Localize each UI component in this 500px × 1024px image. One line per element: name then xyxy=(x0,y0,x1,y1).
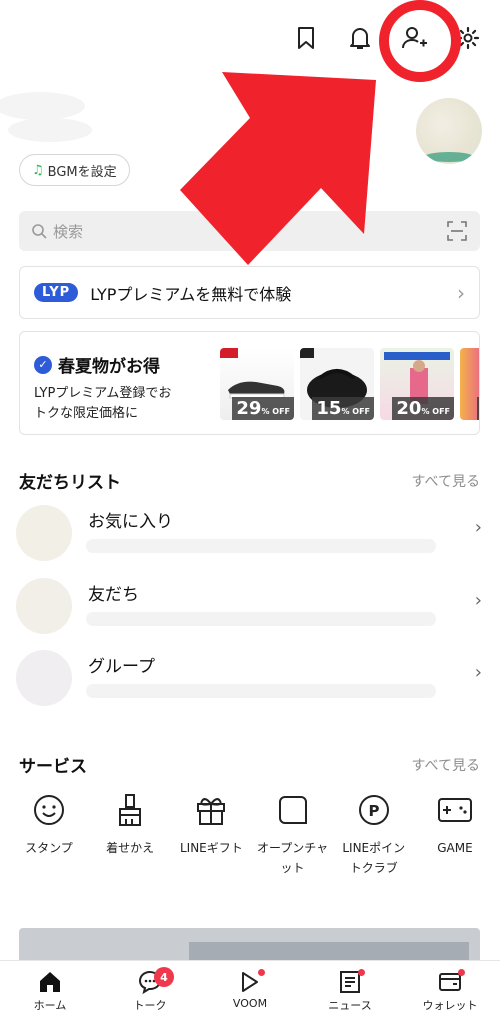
list-item-preview xyxy=(86,539,436,553)
chevron-right-icon: › xyxy=(474,517,482,538)
promo-card[interactable]: ✓ 春夏物がお得 LYPプレミアム登録でおトクな限定価格に 29% OFF 15… xyxy=(19,331,480,435)
gift-icon xyxy=(191,790,231,830)
avatar xyxy=(16,505,72,561)
nav-label: ホーム xyxy=(33,999,67,1012)
qr-scan-icon[interactable] xyxy=(446,220,468,242)
list-item-friends[interactable]: 友だち › xyxy=(16,578,486,642)
avatar xyxy=(16,650,72,706)
service-points[interactable]: P LINEポイントクラブ xyxy=(337,790,411,878)
bookmark-icon[interactable] xyxy=(292,22,320,54)
discount-label: 20% OFF xyxy=(392,397,454,420)
service-label: 着せかえ xyxy=(106,841,155,855)
friends-see-all-link[interactable]: すべて見る xyxy=(412,471,480,491)
list-item-favorites[interactable]: お気に入り › xyxy=(16,505,486,569)
profile-avatar[interactable] xyxy=(416,98,482,164)
service-stamp[interactable]: スタンプ xyxy=(12,790,86,878)
point-icon: P xyxy=(354,790,394,830)
discount-label: 29% OFF xyxy=(232,397,294,420)
nav-label: トーク xyxy=(133,999,167,1012)
search-placeholder: 検索 xyxy=(53,222,84,241)
service-label: LINEギフト xyxy=(179,841,243,855)
list-item-preview xyxy=(86,612,436,626)
search-icon xyxy=(32,224,47,239)
lyp-premium-row[interactable]: LYP LYPプレミアムを無料で体験 › xyxy=(19,266,480,319)
avatar xyxy=(16,578,72,634)
promo-item[interactable]: 29% OFF xyxy=(220,348,294,420)
services-title: サービス xyxy=(19,757,87,777)
bottom-navigation: ホーム 4 トーク VOOM ニュース ウォレット xyxy=(0,960,500,1024)
nav-label: ウォレット xyxy=(422,999,478,1012)
chat-bubble-icon xyxy=(273,790,313,830)
list-item-label: 友だち xyxy=(88,585,139,605)
nav-news[interactable]: ニュース xyxy=(310,969,390,1024)
svg-text:P: P xyxy=(368,802,379,820)
promo-icon: ✓ xyxy=(34,355,52,374)
unread-badge: 4 xyxy=(154,967,174,987)
friends-title: 友だちリスト xyxy=(19,473,121,493)
search-bar[interactable]: 検索 xyxy=(19,211,480,251)
promo-item[interactable]: 20% OFF xyxy=(380,348,454,420)
promo-title: ✓ 春夏物がお得 xyxy=(34,352,160,377)
chevron-right-icon: › xyxy=(474,590,482,611)
gear-icon[interactable] xyxy=(454,22,482,54)
promo-item[interactable]: 15% OFF xyxy=(300,348,374,420)
list-item-preview xyxy=(86,684,436,698)
service-label: GAME xyxy=(437,841,473,855)
nav-label: ニュース xyxy=(328,999,372,1012)
services-grid: スタンプ 着せかえ LINEギフト オープンチャット P LINEポイントクラブ… xyxy=(12,790,492,878)
list-item-groups[interactable]: グループ › xyxy=(16,650,486,714)
service-label: LINEポイントクラブ xyxy=(342,841,406,875)
music-note-icon: ♫ xyxy=(32,162,44,178)
services-see-all-link[interactable]: すべて見る xyxy=(412,755,480,775)
bgm-button[interactable]: ♫ BGMを設定 xyxy=(19,154,130,186)
promo-items: 29% OFF 15% OFF 20% OFF 10 xyxy=(220,348,479,420)
top-bar xyxy=(292,22,482,54)
promo-description: LYPプレミアム登録でおトクな限定価格に xyxy=(34,386,172,421)
smiley-icon xyxy=(29,790,69,830)
chevron-right-icon: › xyxy=(474,662,482,683)
promo-title-text: 春夏物がお得 xyxy=(58,357,160,377)
discount-label: 10 xyxy=(476,397,479,420)
list-item-label: グループ xyxy=(88,657,155,677)
nav-wallet[interactable]: ウォレット xyxy=(410,969,490,1024)
service-game[interactable]: GAME xyxy=(418,790,492,878)
services-section-header: サービス すべて見る xyxy=(19,752,480,777)
bell-icon[interactable] xyxy=(346,22,374,54)
service-gift[interactable]: LINEギフト xyxy=(174,790,248,878)
lyp-text: LYPプレミアムを無料で体験 xyxy=(90,284,292,304)
service-openchat[interactable]: オープンチャット xyxy=(256,790,330,878)
notification-dot xyxy=(258,969,265,976)
home-icon xyxy=(40,972,60,992)
nav-label: VOOM xyxy=(232,997,268,1010)
brush-icon xyxy=(110,790,150,830)
notification-dot xyxy=(458,969,465,976)
service-theme[interactable]: 着せかえ xyxy=(93,790,167,878)
gamepad-icon xyxy=(435,790,475,830)
lyp-badge: LYP xyxy=(34,283,79,302)
friends-section-header: 友だちリスト すべて見る xyxy=(19,468,480,493)
list-item-label: お気に入り xyxy=(88,512,173,532)
promo-item[interactable]: 10 xyxy=(460,348,479,420)
discount-label: 15% OFF xyxy=(312,397,374,420)
profile-name xyxy=(0,88,120,148)
chevron-right-icon: › xyxy=(457,280,465,305)
nav-home[interactable]: ホーム xyxy=(10,969,90,1024)
add-friend-icon[interactable] xyxy=(400,22,428,54)
bgm-label: BGMを設定 xyxy=(47,164,117,180)
service-label: オープンチャット xyxy=(256,841,329,875)
nav-voom[interactable]: VOOM xyxy=(210,969,290,1024)
service-label: スタンプ xyxy=(25,841,73,855)
nav-talk[interactable]: 4 トーク xyxy=(110,967,190,1024)
notification-dot xyxy=(358,969,365,976)
